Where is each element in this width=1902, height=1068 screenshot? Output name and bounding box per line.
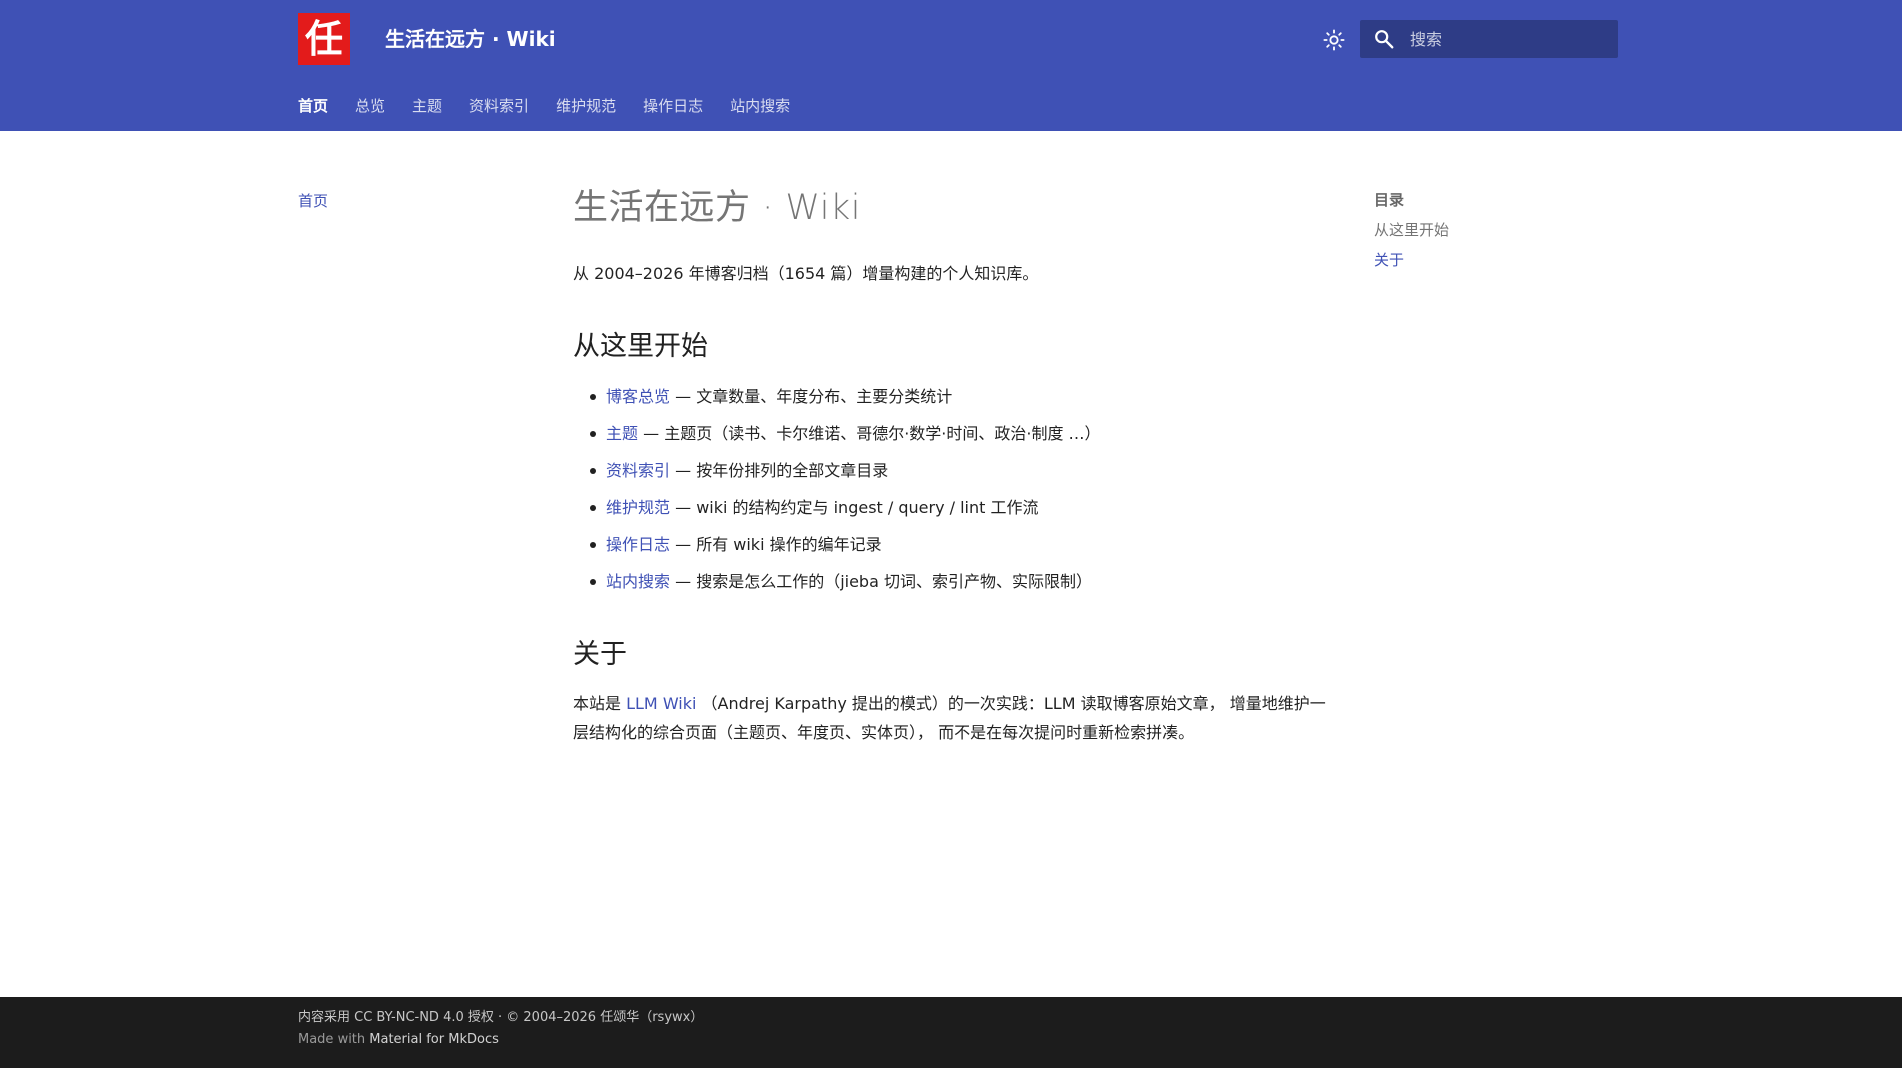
list-item-desc: — 主题页（读书、卡尔维诺、哥德尔·数学·时间、政治·制度 …） — [638, 424, 1101, 443]
search-input[interactable] — [1410, 29, 1610, 49]
page-title: 生活在远方 · Wiki — [573, 188, 861, 228]
list-item-desc: — 所有 wiki 操作的编年记录 — [670, 535, 882, 554]
list-item-desc: — wiki 的结构约定与 ingest / query / lint 工作流 — [670, 498, 1039, 517]
about-paragraph: 本站是 LLM Wiki （Andrej Karpathy 提出的模式）的一次实… — [573, 689, 1333, 747]
site-header: 任 生活在远方 · Wiki 首页 总览 — [0, 0, 1902, 131]
toc-title: 目录 — [1374, 191, 1405, 209]
link-maintenance[interactable]: 维护规范 — [606, 498, 670, 517]
sidebar-nav: 首页 — [298, 190, 328, 211]
link-search[interactable]: 站内搜索 — [606, 572, 670, 591]
link-material-mkdocs[interactable]: Material for MkDocs — [369, 1032, 499, 1047]
list-item-desc: — 文章数量、年度分布、主要分类统计 — [670, 387, 953, 406]
list-item: 博客总览 — 文章数量、年度分布、主要分类统计 — [573, 378, 1333, 415]
tab-search[interactable]: 站内搜索 — [730, 95, 790, 117]
top-tabs: 首页 总览 主题 资料索引 维护规范 操作日志 站内搜索 — [298, 95, 817, 117]
main-content: 生活在远方 · Wiki 从 2004–2026 年博客归档（1654 篇）增量… — [573, 183, 1333, 747]
site-footer: 内容采用 CC BY-NC-ND 4.0 授权 · © 2004–2026 任颂… — [0, 997, 1902, 1068]
brightness-icon — [1323, 29, 1345, 51]
list-item-desc: — 搜索是怎么工作的（jieba 切词、索引产物、实际限制） — [670, 572, 1092, 591]
search-icon — [1372, 27, 1396, 51]
section-heading-about: 关于 — [573, 639, 627, 670]
tab-overview[interactable]: 总览 — [355, 95, 385, 117]
search-box[interactable] — [1360, 20, 1618, 58]
toc-item-start[interactable]: 从这里开始 — [1374, 220, 1574, 240]
list-item: 维护规范 — wiki 的结构约定与 ingest / query / lint… — [573, 489, 1333, 526]
link-overview[interactable]: 博客总览 — [606, 387, 670, 406]
section-heading-start: 从这里开始 — [573, 331, 708, 362]
theme-toggle-button[interactable] — [1321, 27, 1347, 53]
page-intro: 从 2004–2026 年博客归档（1654 篇）增量构建的个人知识库。 — [573, 264, 1039, 283]
tab-maintenance[interactable]: 维护规范 — [556, 95, 616, 117]
list-item: 操作日志 — 所有 wiki 操作的编年记录 — [573, 526, 1333, 563]
made-with-prefix: Made with — [298, 1032, 370, 1047]
site-logo[interactable]: 任 — [298, 13, 350, 65]
list-item: 主题 — 主题页（读书、卡尔维诺、哥德尔·数学·时间、政治·制度 …） — [573, 415, 1333, 452]
tab-home[interactable]: 首页 — [298, 95, 328, 117]
footer-license: 内容采用 CC BY-NC-ND 4.0 授权 · © 2004–2026 任颂… — [298, 1010, 704, 1025]
link-log[interactable]: 操作日志 — [606, 535, 670, 554]
tab-index[interactable]: 资料索引 — [469, 95, 529, 117]
link-llm-wiki[interactable]: LLM Wiki — [626, 694, 696, 713]
tab-topics[interactable]: 主题 — [412, 95, 442, 117]
toc-item-about[interactable]: 关于 — [1374, 250, 1574, 270]
tab-log[interactable]: 操作日志 — [643, 95, 703, 117]
start-list: 博客总览 — 文章数量、年度分布、主要分类统计 主题 — 主题页（读书、卡尔维诺… — [573, 378, 1333, 600]
list-item-desc: — 按年份排列的全部文章目录 — [670, 461, 889, 480]
about-prefix: 本站是 — [573, 694, 627, 713]
sidebar-item-home[interactable]: 首页 — [298, 192, 328, 210]
list-item: 资料索引 — 按年份排列的全部文章目录 — [573, 452, 1333, 489]
link-index[interactable]: 资料索引 — [606, 461, 670, 480]
site-title: 生活在远方 · Wiki — [385, 27, 556, 51]
table-of-contents: 目录 从这里开始 关于 — [1374, 190, 1574, 270]
footer-made-with: Made with Material for MkDocs — [298, 1030, 499, 1050]
list-item: 站内搜索 — 搜索是怎么工作的（jieba 切词、索引产物、实际限制） — [573, 563, 1333, 600]
link-topics[interactable]: 主题 — [606, 424, 638, 443]
